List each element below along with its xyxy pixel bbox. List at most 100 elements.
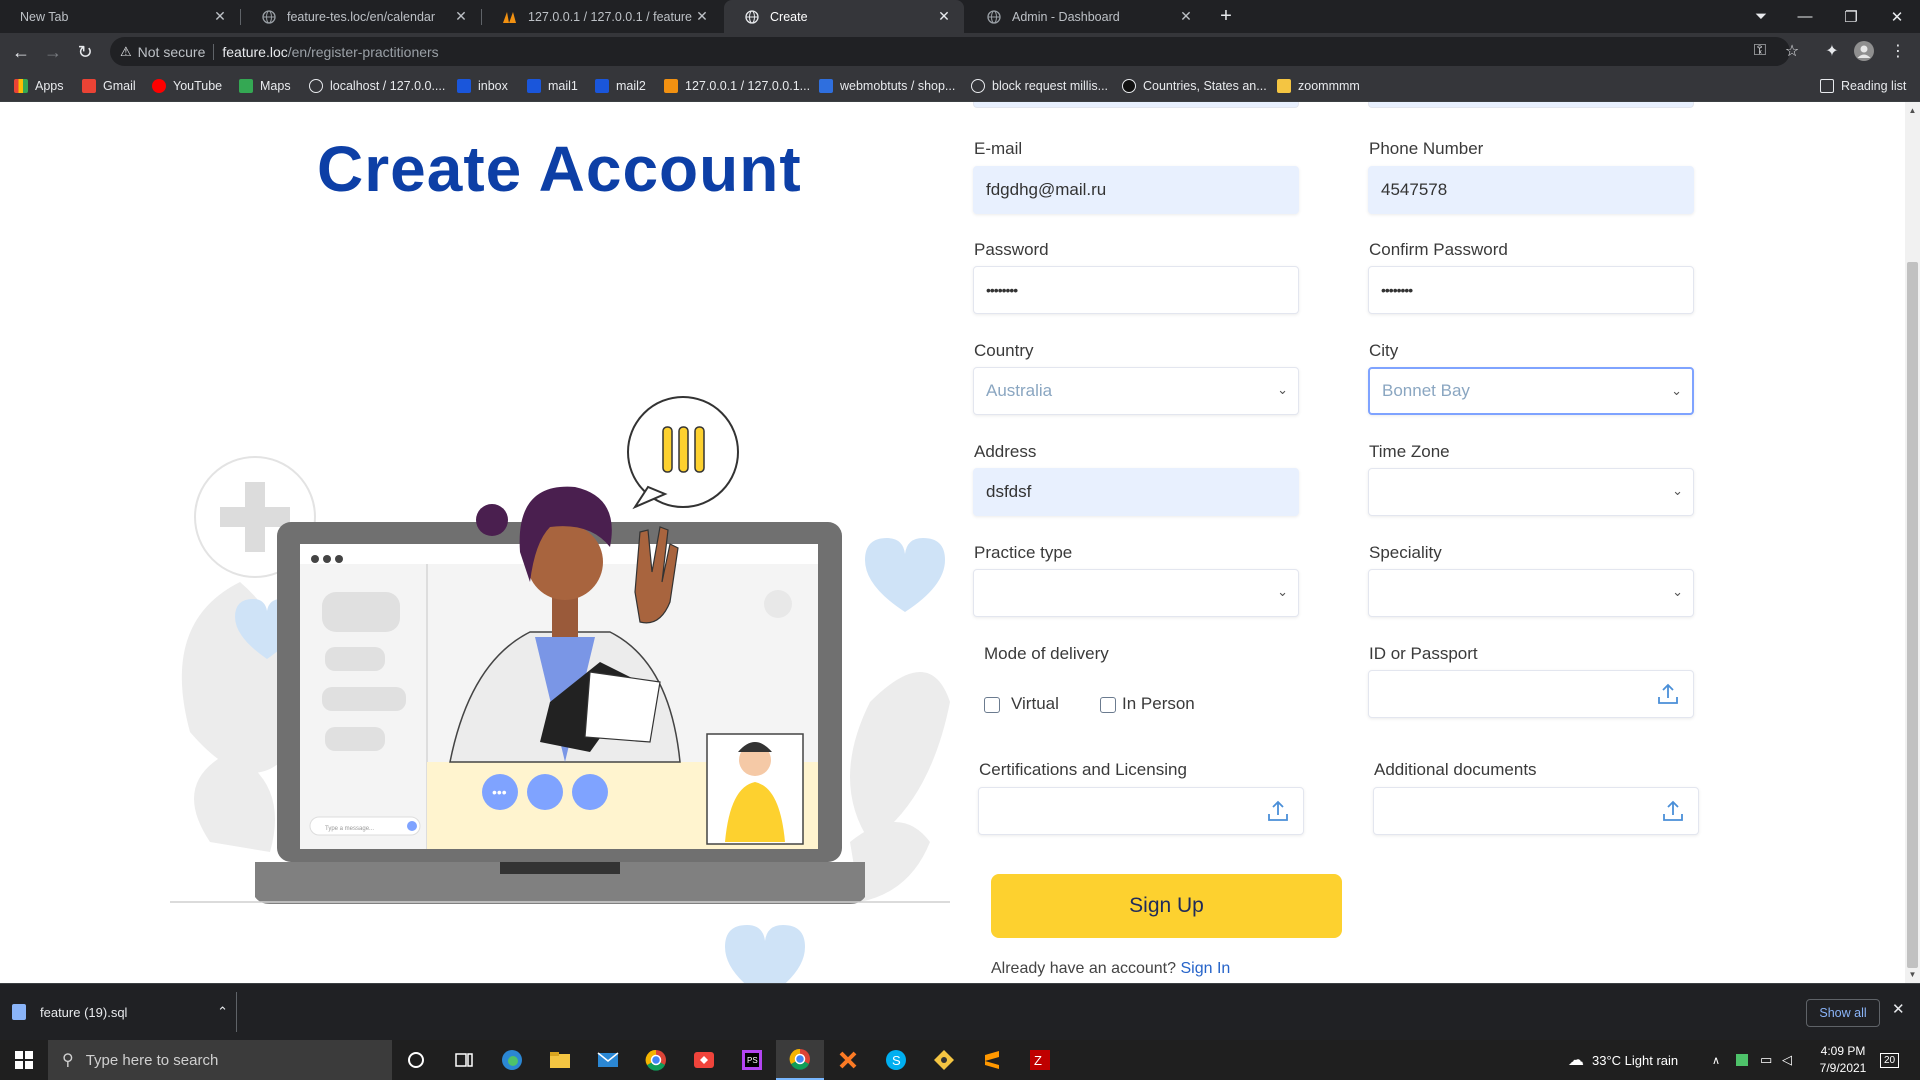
warning-icon: ⚠ [120,43,132,59]
country-select[interactable]: Australia ⌄ [973,367,1299,415]
tab-calendar[interactable]: feature-tes.loc/en/calendar ✕ [241,0,481,33]
additional-documents-upload[interactable] [1373,787,1699,835]
bookmark-folder-zoommmm[interactable]: zoommmm [1277,76,1360,96]
scroll-up-arrow-icon[interactable]: ▲ [1908,106,1917,115]
practice-type-select[interactable]: ⌄ [973,569,1299,617]
taskbar-search[interactable]: ⚲ Type here to search [48,1040,392,1080]
forward-arrow-icon[interactable]: → [40,39,66,65]
edge-icon[interactable] [488,1040,536,1080]
page-scrollbar[interactable]: ▲ ▼ [1905,102,1920,983]
close-icon[interactable]: ✕ [1176,8,1196,25]
scroll-thumb[interactable] [1907,262,1918,968]
back-arrow-icon[interactable]: ← [8,39,34,65]
phone-field[interactable]: 4547578 [1368,166,1694,214]
show-all-button[interactable]: Show all [1806,999,1880,1027]
page-viewport: Create Account Type a message... ••• E-m… [0,102,1920,983]
close-icon[interactable]: ✕ [1892,1000,1905,1018]
tab-create[interactable]: Create ✕ [724,0,964,33]
in-person-checkbox[interactable] [1100,697,1116,713]
certifications-upload[interactable] [978,787,1304,835]
bookmark-label: localhost / 127.0.0.... [330,79,446,93]
speciality-select[interactable]: ⌄ [1368,569,1694,617]
password-field[interactable]: •••••••• [973,266,1299,314]
globe-icon [261,9,277,25]
bookmark-mail1[interactable]: mail1 [527,76,578,96]
bookmark-block-request[interactable]: block request millis... [971,76,1108,96]
bookmark-gmail[interactable]: Gmail [82,76,136,96]
virtual-checkbox[interactable] [984,697,1000,713]
clock-date: 7/9/2021 [1819,1061,1867,1075]
avatar[interactable] [1852,39,1876,63]
star-icon[interactable]: ☆ [1780,39,1804,63]
address-field[interactable]: dsfdsf [973,468,1299,516]
address-bar[interactable]: ⚠ Not secure feature.loc/en/register-pra… [110,37,1790,66]
reading-list[interactable]: Reading list [1820,76,1906,96]
close-icon[interactable]: ✕ [934,8,954,25]
minimize-icon[interactable]: — [1782,0,1828,33]
tab-admin-dashboard[interactable]: Admin - Dashboard ✕ [966,0,1206,33]
country-value: Australia [986,381,1053,400]
confirm-password-field[interactable]: •••••••• [1368,266,1694,314]
profile-menu-icon[interactable]: ⏷ [1738,0,1784,33]
maps-icon [239,79,253,93]
speciality-label: Speciality [1369,543,1442,562]
key-icon[interactable]: ⚿ [1748,39,1772,63]
scroll-down-arrow-icon[interactable]: ▼ [1908,970,1917,979]
bookmark-maps[interactable]: Maps [239,76,291,96]
tab-new-tab[interactable]: New Tab ✕ [0,0,240,33]
file-explorer-icon[interactable] [536,1040,584,1080]
sign-in-link[interactable]: Sign In [1180,960,1230,977]
mail-app-icon[interactable] [584,1040,632,1080]
tray-flag-icon[interactable] [1736,1040,1748,1080]
bookmark-mail2[interactable]: mail2 [595,76,646,96]
email-field[interactable]: fdgdhg@mail.ru [973,166,1299,214]
bookmark-phpmyadmin[interactable]: 127.0.0.1 / 127.0.0.1... [664,76,810,96]
tab-phpmyadmin[interactable]: 127.0.0.1 / 127.0.0.1 / feature / p ✕ [482,0,722,33]
anydesk-icon[interactable] [680,1040,728,1080]
close-icon[interactable]: ✕ [692,8,712,25]
xampp-icon[interactable] [824,1040,872,1080]
tab-strip: New Tab ✕ feature-tes.loc/en/calendar ✕ … [0,0,1920,33]
download-item[interactable]: feature (19).sql ⌃ [12,992,234,1032]
git-icon[interactable] [920,1040,968,1080]
chevron-down-icon: ⌄ [1672,584,1683,599]
menu-kebab-icon[interactable]: ⋮ [1886,39,1910,63]
filezilla-icon[interactable]: Z [1016,1040,1064,1080]
bookmark-apps[interactable]: Apps [14,76,64,96]
extensions-icon[interactable]: ✦ [1820,39,1844,63]
email-value: fdgdhg@mail.ru [986,180,1107,199]
cortana-icon[interactable] [392,1040,440,1080]
weather-widget[interactable]: ☁ 33°C Light rain [1568,1040,1678,1080]
taskbar-clock[interactable]: 4:09 PM 7/9/2021 [1808,1043,1878,1077]
tray-chevron-up-icon[interactable]: ∧ [1712,1040,1720,1080]
task-view-icon[interactable] [440,1040,488,1080]
chrome-icon[interactable] [632,1040,680,1080]
bookmark-countries[interactable]: Countries, States an... [1122,76,1267,96]
chrome-active-icon[interactable] [776,1040,824,1080]
chevron-up-icon[interactable]: ⌃ [217,1004,228,1020]
close-window-icon[interactable]: ✕ [1874,0,1920,33]
volume-icon[interactable]: ◁ [1782,1040,1792,1080]
close-icon[interactable]: ✕ [451,8,471,25]
restore-icon[interactable]: ❐ [1828,0,1874,33]
skype-icon[interactable]: S [872,1040,920,1080]
sublime-icon[interactable] [968,1040,1016,1080]
network-icon[interactable]: ▭ [1760,1040,1772,1080]
time-zone-select[interactable]: ⌄ [1368,468,1694,516]
practice-type-label: Practice type [974,543,1073,562]
phpstorm-icon[interactable]: PS [728,1040,776,1080]
reload-icon[interactable]: ↻ [72,39,98,65]
taskbar-search-placeholder: Type here to search [85,1051,219,1069]
city-select[interactable]: Bonnet Bay ⌄ [1368,367,1694,415]
bookmark-inbox[interactable]: inbox [457,76,508,96]
sign-up-button[interactable]: Sign Up [991,874,1342,938]
reading-list-icon [1820,79,1834,93]
windows-start-icon[interactable] [0,1040,48,1080]
new-tab-button[interactable]: + [1214,4,1238,28]
notification-center[interactable]: 20 [1880,1040,1900,1080]
id-passport-upload[interactable] [1368,670,1694,718]
bookmark-webmobtuts[interactable]: webmobtuts / shop... [819,76,955,96]
close-icon[interactable]: ✕ [210,8,230,25]
bookmark-youtube[interactable]: YouTube [152,76,222,96]
bookmark-localhost[interactable]: localhost / 127.0.0.... [309,76,445,96]
